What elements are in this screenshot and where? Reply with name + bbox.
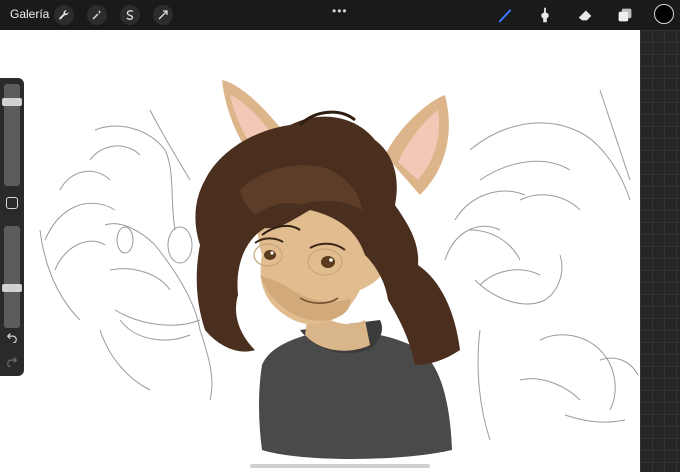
gallery-button[interactable]: Galería xyxy=(10,7,49,21)
home-indicator xyxy=(250,464,430,468)
brush-opacity-slider-thumb[interactable] xyxy=(2,284,22,293)
drawing-canvas[interactable] xyxy=(0,30,640,472)
wrench-icon[interactable] xyxy=(54,5,74,25)
canvas-background-grid xyxy=(640,30,680,472)
more-menu-icon[interactable]: ••• xyxy=(332,4,348,18)
eraser-icon[interactable] xyxy=(574,4,596,26)
right-sketch xyxy=(444,89,639,441)
smudge-icon[interactable] xyxy=(534,4,556,26)
left-sketch xyxy=(39,109,213,401)
redo-icon[interactable] xyxy=(5,354,19,368)
brush-sidebar xyxy=(0,78,24,376)
layers-icon[interactable] xyxy=(614,4,636,26)
brush-opacity-slider[interactable] xyxy=(4,226,20,328)
character-illustration xyxy=(195,80,460,459)
top-toolbar: Galería ••• xyxy=(0,0,680,30)
brush-icon[interactable] xyxy=(494,4,516,26)
selection-icon[interactable] xyxy=(120,5,140,25)
artwork xyxy=(39,80,639,459)
magic-wand-icon[interactable] xyxy=(87,5,107,25)
transform-icon[interactable] xyxy=(153,5,173,25)
undo-icon[interactable] xyxy=(5,330,19,344)
modifier-square-icon[interactable] xyxy=(6,197,18,209)
brush-size-slider-thumb[interactable] xyxy=(2,98,22,107)
color-picker-swatch[interactable] xyxy=(654,4,674,24)
